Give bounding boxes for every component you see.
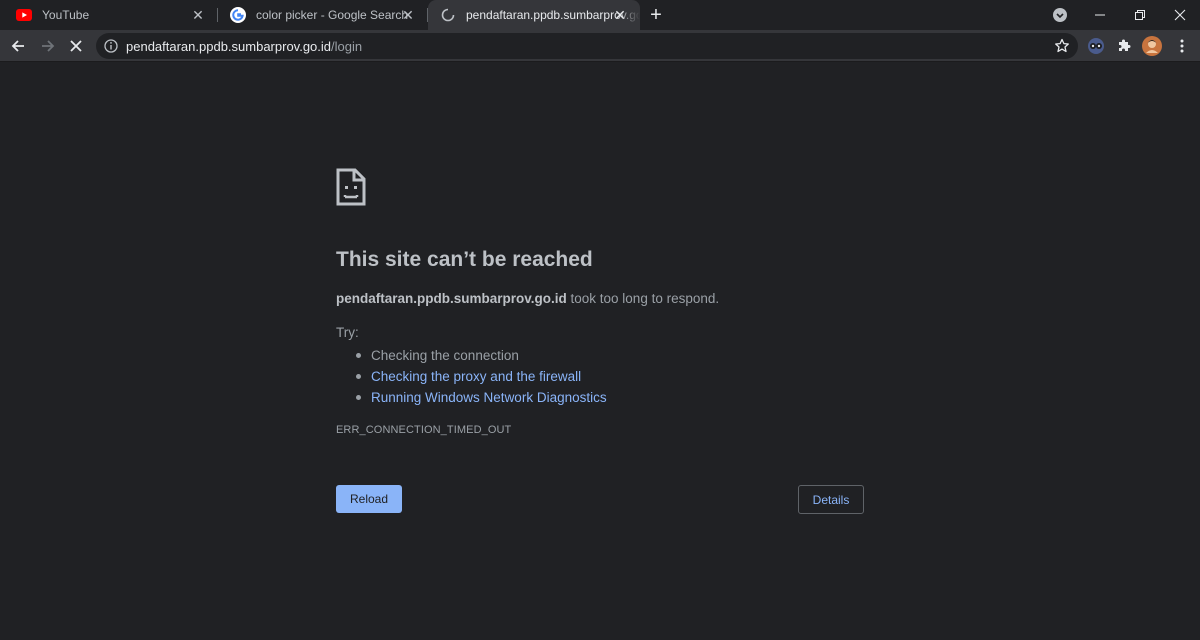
google-icon: [230, 7, 246, 23]
close-window-button[interactable]: [1160, 0, 1200, 30]
address-bar[interactable]: pendaftaran.ppdb.sumbarprov.go.id/login: [96, 33, 1078, 59]
sad-page-icon: [336, 168, 366, 206]
tab-youtube[interactable]: YouTube ✕: [4, 0, 218, 30]
extension-glasses-icon: [1088, 38, 1104, 54]
close-tab-icon[interactable]: ✕: [400, 7, 416, 23]
back-button[interactable]: [6, 34, 30, 58]
more-vert-icon: [1180, 39, 1184, 53]
restore-icon: [1135, 10, 1145, 20]
error-page: This site can’t be reached pendaftaran.p…: [0, 62, 1200, 640]
minimize-icon: [1095, 14, 1105, 16]
error-host: pendaftaran.ppdb.sumbarprov.go.id: [336, 291, 567, 306]
url-text: pendaftaran.ppdb.sumbarprov.go.id/login: [126, 39, 362, 54]
suggestion-network-diagnostics-link[interactable]: Running Windows Network Diagnostics: [356, 387, 607, 408]
loading-spinner-icon: [440, 7, 456, 23]
error-summary-text: took too long to respond.: [566, 291, 720, 306]
puzzle-piece-icon: [1119, 39, 1131, 51]
details-button[interactable]: Details: [798, 485, 864, 514]
url-host: pendaftaran.ppdb.sumbarprov.go.id: [126, 38, 332, 54]
forward-arrow-icon: [42, 40, 55, 52]
toolbar: pendaftaran.ppdb.sumbarprov.go.id/login: [0, 30, 1200, 62]
tab-google-search[interactable]: color picker - Google Search ✕: [218, 0, 428, 30]
site-info-icon[interactable]: [104, 39, 118, 53]
stop-loading-button[interactable]: [64, 34, 88, 58]
close-tab-icon[interactable]: ✕: [190, 7, 206, 23]
back-arrow-icon: [11, 40, 24, 52]
bookmark-star-icon[interactable]: [1054, 38, 1070, 54]
url-path: /login: [331, 38, 363, 54]
minimize-button[interactable]: [1080, 0, 1120, 30]
stop-icon: [70, 40, 82, 52]
suggestion-check-proxy-link[interactable]: Checking the proxy and the firewall: [356, 366, 607, 387]
chrome-menu-button[interactable]: [1172, 36, 1192, 56]
tab-search-icon: [1053, 8, 1067, 22]
extension-button[interactable]: [1086, 36, 1106, 56]
close-window-icon: [1174, 9, 1186, 21]
close-tab-icon[interactable]: ✕: [612, 7, 628, 23]
restore-button[interactable]: [1120, 0, 1160, 30]
tab-active-site[interactable]: pendaftaran.ppdb.sumbarprov.go.id/login …: [428, 0, 640, 30]
profile-avatar-icon: [1142, 36, 1162, 56]
error-heading: This site can’t be reached: [336, 248, 593, 271]
suggestion-list: Checking the connection Checking the pro…: [356, 345, 607, 408]
youtube-icon: [16, 7, 32, 23]
suggestion-check-connection: Checking the connection: [356, 345, 607, 366]
tab-search-button[interactable]: [1040, 0, 1080, 30]
profile-button[interactable]: [1142, 36, 1162, 56]
forward-button[interactable]: [36, 34, 60, 58]
error-code: ERR_CONNECTION_TIMED_OUT: [336, 424, 512, 436]
try-label: Try:: [336, 325, 359, 340]
extensions-menu-button[interactable]: [1114, 36, 1134, 56]
reload-button[interactable]: Reload: [336, 485, 402, 513]
tab-strip: YouTube ✕ color picker - Google Search ✕…: [0, 0, 1200, 30]
error-summary: pendaftaran.ppdb.sumbarprov.go.id took t…: [336, 291, 719, 306]
new-tab-button[interactable]: +: [646, 4, 666, 26]
